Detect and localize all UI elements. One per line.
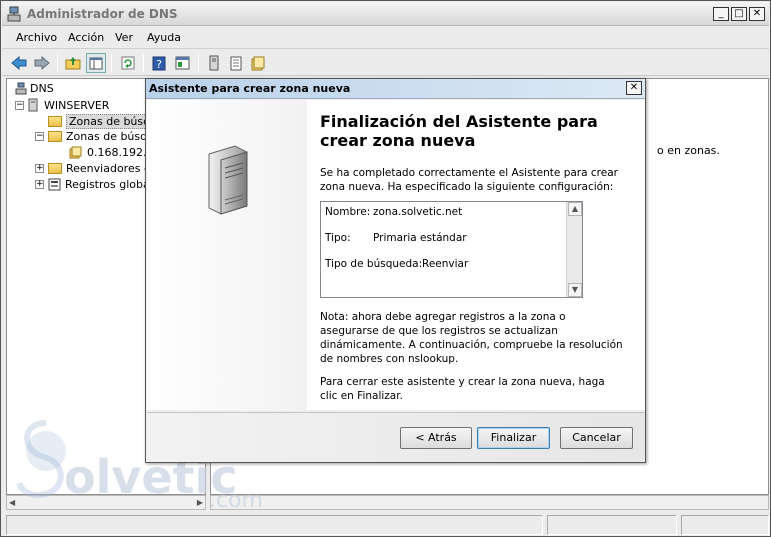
dialog-title: Asistente para crear zona nueva xyxy=(149,82,351,95)
title-bar[interactable]: Administrador de DNS _ □ ✕ xyxy=(2,2,769,26)
server-tower-icon xyxy=(208,145,248,215)
window-title: Administrador de DNS xyxy=(27,7,178,21)
scroll-down-icon[interactable]: ▼ xyxy=(568,283,582,297)
cancel-button[interactable]: Cancelar xyxy=(560,427,633,449)
new-zone-wizard-dialog: Asistente para crear zona nueva ✕ Finali… xyxy=(145,78,646,463)
dialog-close-button[interactable]: ✕ xyxy=(626,81,642,95)
back-button[interactable]: < Atrás xyxy=(400,427,472,449)
summary-name-value: zona.solvetic.net xyxy=(373,206,463,218)
tree-item-forwarders[interactable]: + Reenviadores c xyxy=(35,162,150,175)
finish-button[interactable]: Finalizar xyxy=(477,427,550,449)
menu-ver[interactable]: Ver xyxy=(115,31,133,44)
summary-lookup-label: Tipo de búsqueda: xyxy=(325,258,423,270)
show-tree-icon[interactable] xyxy=(86,53,106,73)
collapse-icon[interactable]: − xyxy=(35,132,44,141)
minimize-button[interactable]: _ xyxy=(713,7,729,21)
status-cell-main xyxy=(6,515,543,535)
help-icon[interactable]: ? xyxy=(149,53,169,73)
tree-item-reverse-zone[interactable]: 0.168.192.i xyxy=(69,146,150,159)
tree-label-dns: DNS xyxy=(30,82,54,95)
show-console-icon[interactable] xyxy=(172,53,192,73)
server-icon[interactable] xyxy=(204,53,224,73)
tree-item-dns[interactable]: DNS xyxy=(15,82,54,95)
details-horizontal-scrollbar[interactable] xyxy=(210,495,769,510)
up-folder-icon[interactable] xyxy=(63,53,83,73)
list-icon[interactable] xyxy=(226,53,246,73)
expand-icon[interactable]: + xyxy=(35,180,44,189)
wizard-note-text: Nota: ahora debe agregar registros a la … xyxy=(320,311,623,365)
summary-name-label: Nombre: xyxy=(325,206,371,218)
tree-label-zones-forward: Zonas de búsq xyxy=(66,114,154,129)
wizard-side-panel xyxy=(147,100,307,410)
dns-app-icon xyxy=(7,6,21,22)
wizard-button-bar: < Atrás Finalizar Cancelar xyxy=(147,412,645,462)
folder-icon xyxy=(48,116,62,127)
tree-item-winserver[interactable]: − WINSERVER xyxy=(15,98,109,112)
dns-node-icon xyxy=(15,82,27,95)
configuration-summary-box[interactable]: Nombre: zona.solvetic.net Tipo: Primaria e… xyxy=(320,201,583,298)
details-text: o en zonas. xyxy=(657,144,720,157)
status-bar xyxy=(6,515,769,535)
notes-icon[interactable] xyxy=(248,53,268,73)
forward-arrow-icon[interactable] xyxy=(32,53,52,73)
wizard-heading: Finalización del Asistente para crear zo… xyxy=(320,112,598,150)
expand-icon[interactable]: + xyxy=(35,164,44,173)
wizard-intro-text: Se ha completado correctamente el Asiste… xyxy=(320,167,618,193)
tree-label-zones-reverse: Zonas de búsq xyxy=(66,130,148,143)
folder-icon xyxy=(48,131,62,142)
tree-horizontal-scrollbar[interactable]: ◀ ▶ xyxy=(6,495,206,510)
close-button[interactable]: ✕ xyxy=(749,7,765,21)
summary-row-lookup: Tipo de búsqueda:Reenviar xyxy=(325,258,468,270)
svg-text:?: ? xyxy=(156,58,162,71)
scroll-up-icon[interactable]: ▲ xyxy=(568,202,582,216)
zone-file-icon xyxy=(69,146,82,159)
scroll-left-icon[interactable]: ◀ xyxy=(9,498,15,507)
status-cell-2 xyxy=(547,515,677,535)
tree-item-reverse-zones[interactable]: − Zonas de búsq xyxy=(35,130,147,143)
menu-archivo[interactable]: Archivo xyxy=(16,31,57,44)
logs-icon xyxy=(48,178,61,191)
dialog-title-bar[interactable]: Asistente para crear zona nueva ✕ xyxy=(146,79,645,99)
menu-bar: Archivo Acción Ver Ayuda xyxy=(2,27,769,49)
tree-label-global-logs: Registros globa xyxy=(65,178,150,191)
tree-item-forward-zones[interactable]: Zonas de búsq xyxy=(35,114,154,129)
summary-vertical-scrollbar[interactable]: ▲ ▼ xyxy=(566,202,582,297)
collapse-icon[interactable]: − xyxy=(15,100,24,110)
wizard-finish-text: Para cerrar este asistente y crear la zo… xyxy=(320,376,605,402)
status-cell-3 xyxy=(681,515,769,535)
summary-type-label: Tipo: xyxy=(325,232,351,244)
menu-accion[interactable]: Acción xyxy=(68,31,104,44)
wizard-content-panel: Finalización del Asistente para crear zo… xyxy=(307,100,645,410)
tree-label-winserver: WINSERVER xyxy=(44,98,110,112)
tree-item-global-logs[interactable]: + Registros globa xyxy=(35,178,150,191)
server-node-icon xyxy=(28,98,38,112)
maximize-button[interactable]: □ xyxy=(731,7,747,21)
tree-label-reverse-zone: 0.168.192.i xyxy=(87,146,150,159)
back-arrow-icon[interactable] xyxy=(9,53,29,73)
tree-label-forwarders: Reenviadores c xyxy=(66,162,150,175)
scroll-right-icon[interactable]: ▶ xyxy=(197,498,203,507)
folder-icon xyxy=(48,163,62,174)
refresh-icon[interactable] xyxy=(118,53,138,73)
summary-type-value: Primaria estándar xyxy=(373,232,467,244)
summary-lookup-value: Reenviar xyxy=(422,258,469,270)
summary-row-type: Tipo: Primaria estándar xyxy=(325,232,467,244)
toolbar: ? xyxy=(2,50,769,76)
menu-ayuda[interactable]: Ayuda xyxy=(147,31,181,44)
summary-row-name: Nombre: zona.solvetic.net xyxy=(325,206,462,218)
